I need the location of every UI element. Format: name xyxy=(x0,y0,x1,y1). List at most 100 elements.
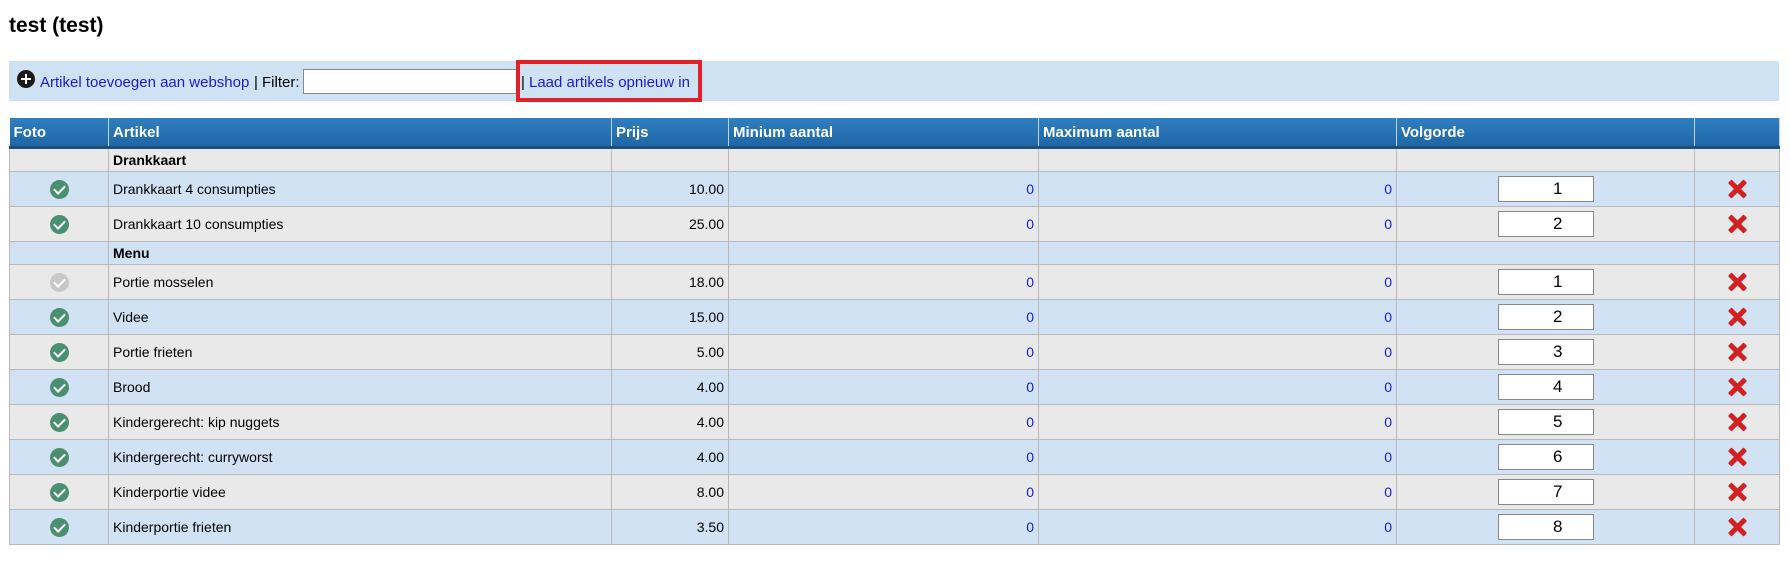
delete-icon[interactable] xyxy=(1726,376,1748,398)
min-qty[interactable]: 0 xyxy=(728,334,1039,370)
separator: | xyxy=(521,74,525,91)
article-price: 15.00 xyxy=(611,299,729,335)
delete-icon[interactable] xyxy=(1726,481,1748,503)
toolbar: Artikel toevoegen aan webshop | Filter: … xyxy=(9,60,1779,102)
order-input[interactable] xyxy=(1497,479,1594,505)
delete-icon[interactable] xyxy=(1726,516,1748,538)
check-icon xyxy=(49,377,69,397)
article-name: Kinderportie videe xyxy=(108,474,612,510)
article-name: Drankkaart 4 consumpties xyxy=(108,171,612,207)
filter-label: Filter: xyxy=(262,74,300,91)
min-qty[interactable]: 0 xyxy=(728,171,1039,207)
group-name: Drankkaart xyxy=(108,147,612,172)
max-qty[interactable]: 0 xyxy=(1038,369,1397,405)
article-price: 10.00 xyxy=(611,171,729,207)
header-article: Artikel xyxy=(108,118,612,149)
table-row: Drankkaart 10 consumpties 25.00 0 0 xyxy=(9,206,1780,242)
max-qty[interactable]: 0 xyxy=(1038,404,1397,440)
separator: | xyxy=(254,74,258,91)
min-qty[interactable]: 0 xyxy=(728,439,1039,475)
check-icon xyxy=(49,517,69,537)
article-name: Videe xyxy=(108,299,612,335)
article-name: Portie mosselen xyxy=(108,264,612,300)
check-grey-icon xyxy=(49,272,69,292)
articles-table: Foto Artikel Prijs Minium aantal Maximum… xyxy=(9,118,1780,545)
article-name: Portie frieten xyxy=(108,334,612,370)
order-input[interactable] xyxy=(1497,339,1594,365)
article-price: 18.00 xyxy=(611,264,729,300)
check-icon xyxy=(49,307,69,327)
max-qty[interactable]: 0 xyxy=(1038,509,1397,545)
group-row: Drankkaart xyxy=(9,147,1780,172)
table-row: Kindergerecht: kip nuggets 4.00 0 0 xyxy=(9,404,1780,440)
page-title: test (test) xyxy=(9,14,104,37)
article-price: 8.00 xyxy=(611,474,729,510)
header-min-qty: Minium aantal xyxy=(728,118,1039,149)
article-name: Kindergerecht: curryworst xyxy=(108,439,612,475)
group-row: Menu xyxy=(9,241,1780,265)
table-row: Portie frieten 5.00 0 0 xyxy=(9,334,1780,370)
max-qty[interactable]: 0 xyxy=(1038,206,1397,242)
table-row: Portie mosselen 18.00 0 0 xyxy=(9,264,1780,300)
order-input[interactable] xyxy=(1497,514,1594,540)
min-qty[interactable]: 0 xyxy=(728,509,1039,545)
article-name: Brood xyxy=(108,369,612,405)
order-input[interactable] xyxy=(1497,304,1594,330)
min-qty[interactable]: 0 xyxy=(728,299,1039,335)
article-price: 4.00 xyxy=(611,439,729,475)
check-icon xyxy=(49,412,69,432)
filter-input[interactable] xyxy=(303,69,519,94)
delete-icon[interactable] xyxy=(1726,213,1748,235)
header-order: Volgorde xyxy=(1396,118,1695,149)
group-name: Menu xyxy=(108,241,612,265)
article-price: 4.00 xyxy=(611,369,729,405)
article-price: 5.00 xyxy=(611,334,729,370)
max-qty[interactable]: 0 xyxy=(1038,334,1397,370)
article-price: 4.00 xyxy=(611,404,729,440)
table-row: Kinderportie frieten 3.50 0 0 xyxy=(9,509,1780,545)
article-name: Drankkaart 10 consumpties xyxy=(108,206,612,242)
check-icon xyxy=(49,482,69,502)
table-row: Kinderportie videe 8.00 0 0 xyxy=(9,474,1780,510)
min-qty[interactable]: 0 xyxy=(728,206,1039,242)
max-qty[interactable]: 0 xyxy=(1038,474,1397,510)
order-input[interactable] xyxy=(1497,211,1594,237)
max-qty[interactable]: 0 xyxy=(1038,264,1397,300)
order-input[interactable] xyxy=(1497,409,1594,435)
delete-icon[interactable] xyxy=(1726,341,1748,363)
check-icon xyxy=(49,447,69,467)
min-qty[interactable]: 0 xyxy=(728,264,1039,300)
article-name: Kinderportie frieten xyxy=(108,509,612,545)
delete-icon[interactable] xyxy=(1726,271,1748,293)
delete-icon[interactable] xyxy=(1726,411,1748,433)
article-price: 3.50 xyxy=(611,509,729,545)
min-qty[interactable]: 0 xyxy=(728,369,1039,405)
check-icon xyxy=(49,179,69,199)
table-header-row: Foto Artikel Prijs Minium aantal Maximum… xyxy=(9,118,1780,149)
order-input[interactable] xyxy=(1497,176,1594,202)
delete-icon[interactable] xyxy=(1726,306,1748,328)
max-qty[interactable]: 0 xyxy=(1038,439,1397,475)
max-qty[interactable]: 0 xyxy=(1038,299,1397,335)
min-qty[interactable]: 0 xyxy=(728,474,1039,510)
article-name: Kindergerecht: kip nuggets xyxy=(108,404,612,440)
table-row: Kindergerecht: curryworst 4.00 0 0 xyxy=(9,439,1780,475)
delete-icon[interactable] xyxy=(1726,446,1748,468)
reload-articles-link[interactable]: Laad artikels opnieuw in xyxy=(529,74,690,91)
order-input[interactable] xyxy=(1497,269,1594,295)
add-circle-icon[interactable] xyxy=(17,70,35,88)
max-qty[interactable]: 0 xyxy=(1038,171,1397,207)
order-input[interactable] xyxy=(1497,444,1594,470)
header-max-qty: Maximum aantal xyxy=(1038,118,1397,149)
check-icon xyxy=(49,342,69,362)
min-qty[interactable]: 0 xyxy=(728,404,1039,440)
header-photo: Foto xyxy=(9,118,109,149)
header-price: Prijs xyxy=(611,118,729,149)
table-row: Videe 15.00 0 0 xyxy=(9,299,1780,335)
delete-icon[interactable] xyxy=(1726,178,1748,200)
add-article-link[interactable]: Artikel toevoegen aan webshop xyxy=(40,74,249,91)
table-row: Drankkaart 4 consumpties 10.00 0 0 xyxy=(9,171,1780,207)
header-actions xyxy=(1694,118,1780,149)
order-input[interactable] xyxy=(1497,374,1594,400)
article-price: 25.00 xyxy=(611,206,729,242)
